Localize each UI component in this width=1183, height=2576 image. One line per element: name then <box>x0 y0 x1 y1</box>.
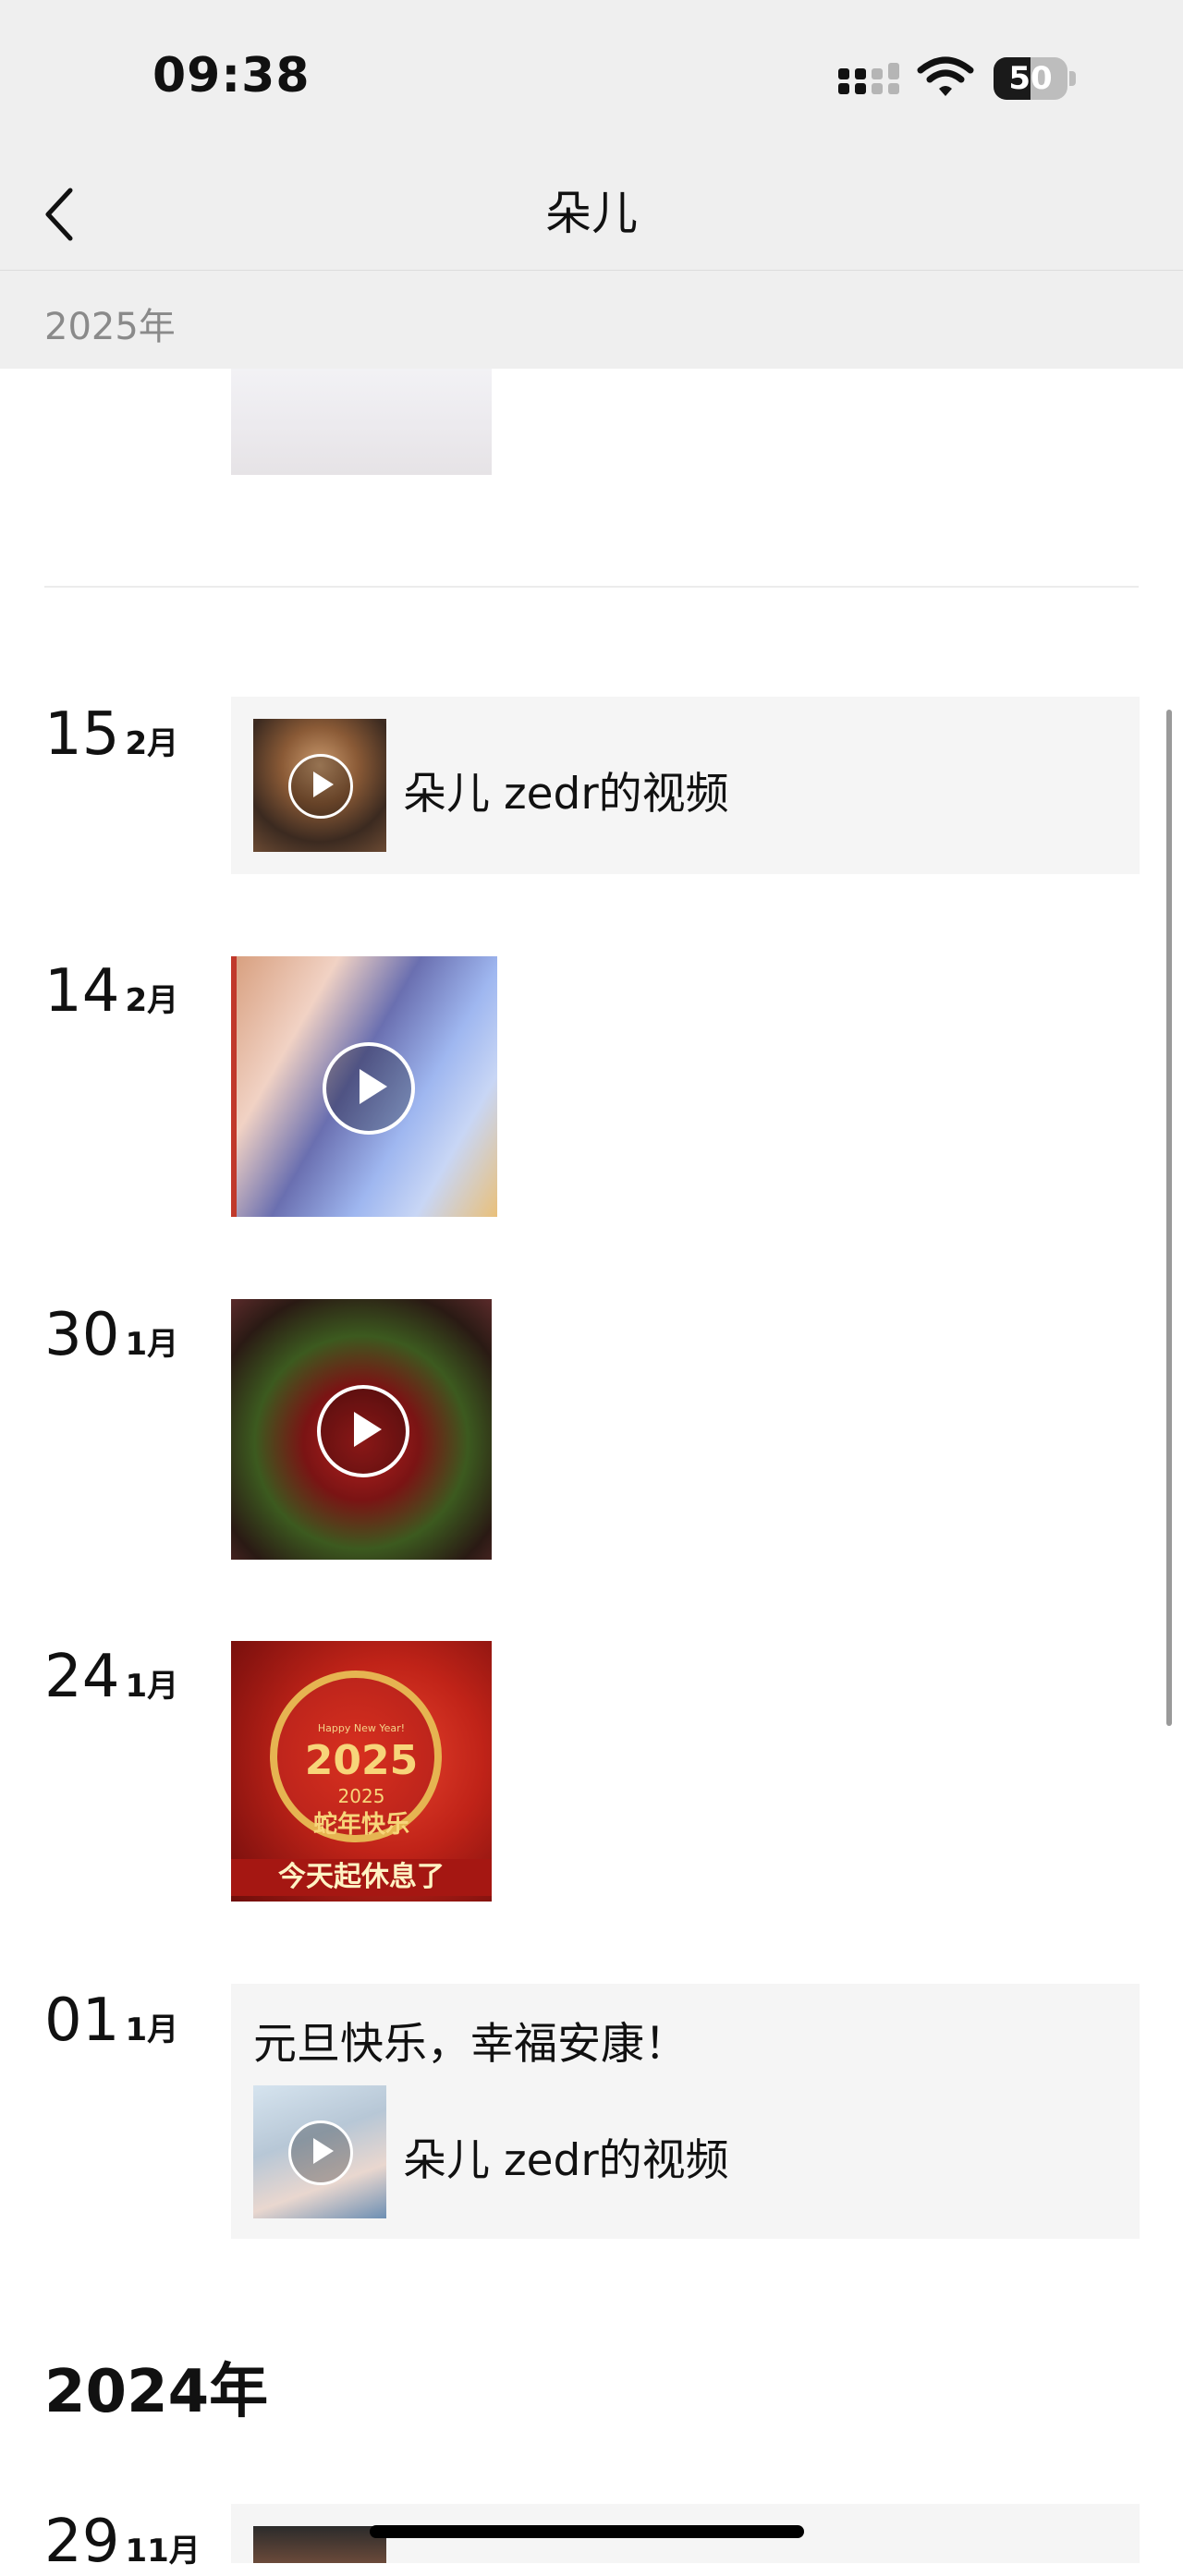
cellular-signal-icon <box>838 63 899 94</box>
video-thumbnail[interactable] <box>231 1299 492 1560</box>
play-icon <box>288 2120 353 2185</box>
post-date: 29 11月 <box>44 2508 201 2576</box>
year-heading: 2024年 <box>44 2358 269 2426</box>
page-title: 朵儿 <box>545 187 638 240</box>
shared-video-thumbnail <box>253 2526 386 2563</box>
sticky-year-label: 2025年 <box>44 306 176 348</box>
moments-feed[interactable]: 15 2月 朵儿 zedr的视频 14 2月 30 1月 24 1月 Happy New… <box>0 0 1183 2576</box>
image-banner: 今天起休息了 <box>231 1859 492 1896</box>
date-day: 15 <box>44 700 120 769</box>
date-month: 1月 <box>125 1326 179 1363</box>
sticky-year-header: 2025年 <box>0 271 1183 369</box>
date-day: 14 <box>44 957 120 1026</box>
play-icon <box>323 1042 415 1135</box>
date-month: 2月 <box>125 982 179 1019</box>
play-icon <box>288 754 353 819</box>
wifi-icon <box>917 56 974 96</box>
image-year-small: 2025 <box>337 1785 385 1807</box>
shared-video-card[interactable]: 朵儿 zedr的视频 <box>231 697 1140 874</box>
play-icon <box>317 1385 409 1477</box>
post-date: 30 1月 <box>44 1301 178 1369</box>
date-day: 24 <box>44 1643 120 1711</box>
shared-video-title: 朵儿 zedr的视频 <box>403 2135 729 2186</box>
date-day: 30 <box>44 1301 120 1369</box>
post-date: 01 1月 <box>44 1987 178 2055</box>
date-month: 1月 <box>125 2011 179 2048</box>
navigation-bar: 朵儿 <box>0 157 1183 271</box>
post-date: 14 2月 <box>44 957 178 1026</box>
battery-icon: 50 <box>994 57 1077 100</box>
post-date: 24 1月 <box>44 1643 178 1711</box>
date-month: 1月 <box>125 1668 179 1705</box>
new-year-image[interactable]: Happy New Year! 2025 2025 蛇年快乐 今天起休息了 <box>231 1641 492 1902</box>
divider <box>44 586 1139 588</box>
shared-video-thumbnail <box>253 719 386 852</box>
image-slogan: 蛇年快乐 <box>312 1811 409 1839</box>
post-thumbnail-partial[interactable] <box>231 351 492 475</box>
image-greeting: Happy New Year! <box>317 1722 406 1734</box>
date-month: 2月 <box>125 725 179 762</box>
video-thumbnail[interactable] <box>231 956 497 1217</box>
status-bar: 09:38 50 <box>0 0 1183 157</box>
home-indicator[interactable] <box>370 2525 804 2538</box>
date-month: 11月 <box>125 2533 201 2570</box>
text-post-card[interactable]: 元旦快乐，幸福安康！ 朵儿 zedr的视频 <box>231 1984 1140 2239</box>
shared-video-thumbnail <box>253 2085 386 2218</box>
shared-video-title: 朵儿 zedr的视频 <box>403 769 729 820</box>
status-time: 09:38 <box>152 48 311 103</box>
post-date: 15 2月 <box>44 700 178 769</box>
battery-level: 50 <box>1008 60 1053 97</box>
date-day: 01 <box>44 1987 120 2055</box>
scrollbar[interactable] <box>1166 710 1172 1726</box>
image-year-big: 2025 <box>304 1737 419 1784</box>
date-day: 29 <box>44 2508 120 2576</box>
post-text: 元旦快乐，幸福安康！ <box>253 2019 688 2070</box>
